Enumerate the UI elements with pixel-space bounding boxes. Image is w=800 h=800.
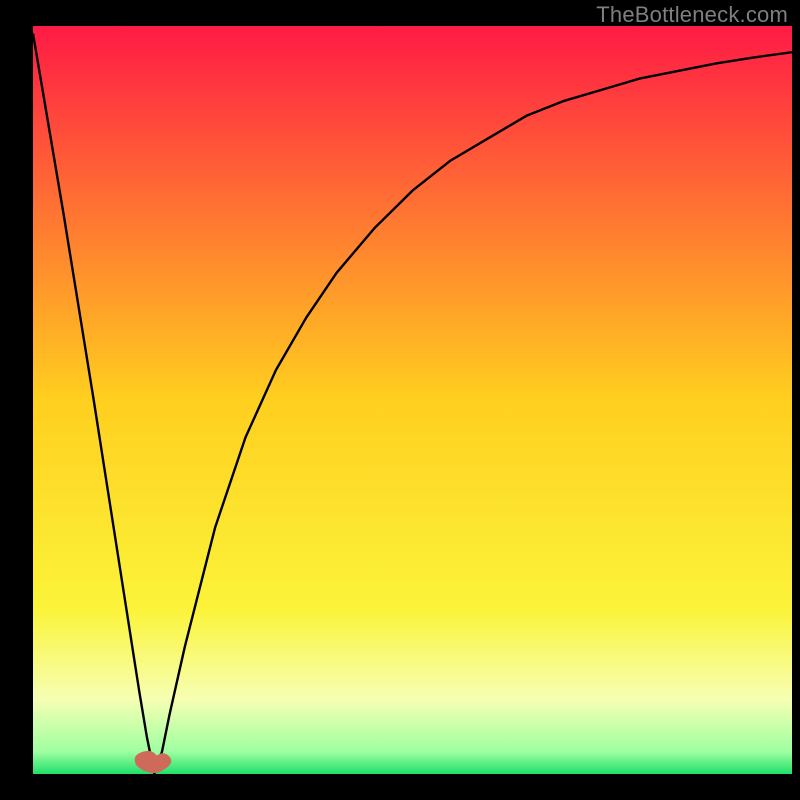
chart-frame: TheBottleneck.com	[0, 0, 800, 800]
watermark-text: TheBottleneck.com	[596, 2, 788, 28]
bottleneck-chart	[0, 0, 800, 800]
